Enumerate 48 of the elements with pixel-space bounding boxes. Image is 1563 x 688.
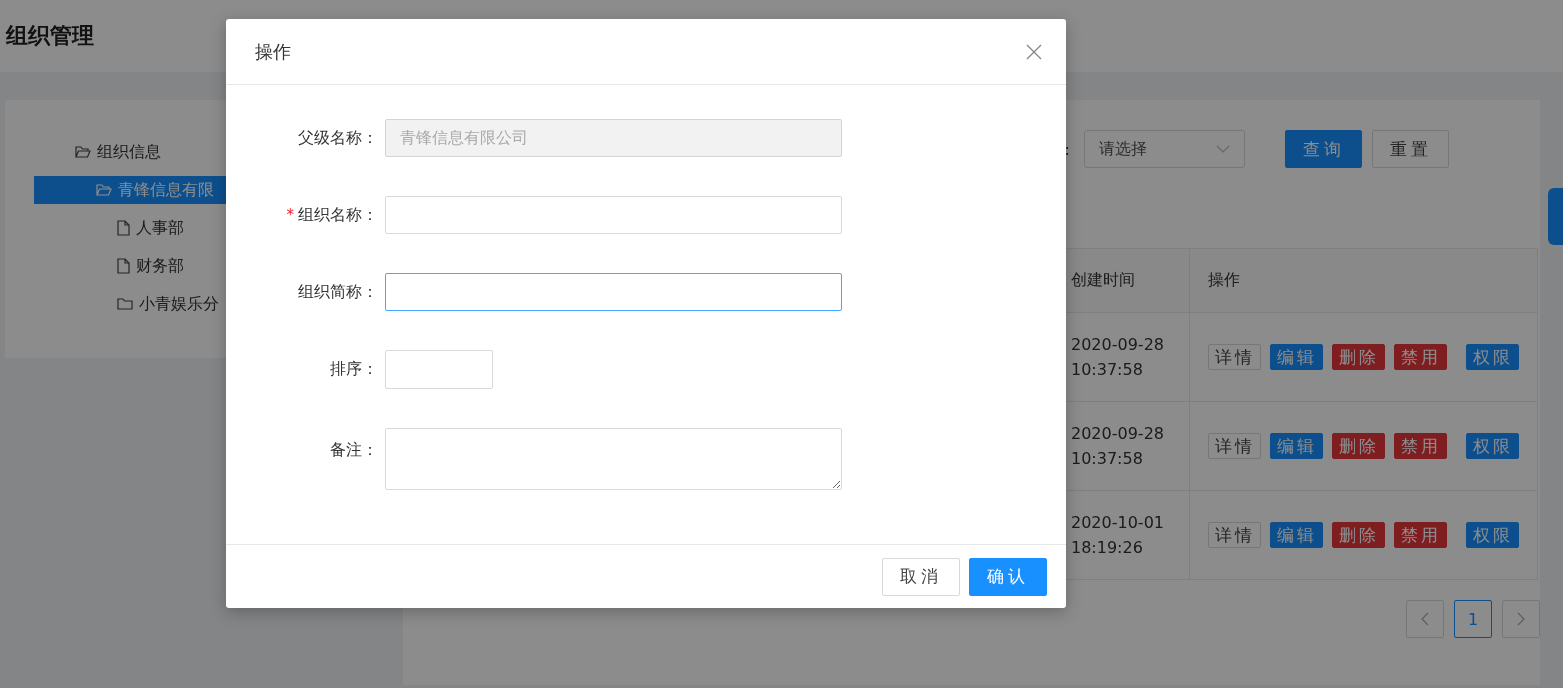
- filter-button[interactable]: 查询: [1285, 130, 1362, 168]
- page-title: 组织管理: [6, 22, 94, 50]
- action-button[interactable]: 删除: [1332, 522, 1385, 548]
- close-icon[interactable]: [1026, 43, 1042, 60]
- previous-page-button[interactable]: [1406, 600, 1444, 638]
- field-label: 备注：: [330, 440, 378, 461]
- required-mark: *: [286, 206, 294, 224]
- file-icon: [117, 258, 130, 274]
- input-field[interactable]: [385, 196, 842, 234]
- action-button[interactable]: 禁用: [1394, 522, 1447, 548]
- field-label: 组织名称：: [298, 204, 378, 226]
- field-label: 父级名称：: [298, 127, 378, 149]
- status-select[interactable]: 请选择: [1084, 130, 1245, 168]
- input-field[interactable]: [385, 350, 493, 389]
- side-tab[interactable]: [1548, 188, 1563, 245]
- action-button[interactable]: 删除: [1332, 344, 1385, 370]
- folder-icon: [117, 297, 133, 311]
- filter-label: :: [1064, 139, 1070, 159]
- action-button[interactable]: 权限: [1466, 344, 1519, 370]
- action-button[interactable]: 删除: [1332, 433, 1385, 459]
- action-button[interactable]: 禁用: [1394, 433, 1447, 459]
- open-folder-icon: [75, 145, 91, 159]
- file-icon: [117, 220, 130, 236]
- chevron-right-icon: [1517, 612, 1525, 626]
- field-label: 组织简称：: [298, 281, 378, 303]
- action-button[interactable]: 权限: [1466, 433, 1519, 459]
- remark-field[interactable]: [385, 428, 842, 490]
- chevron-down-icon: [1216, 145, 1230, 153]
- action-button[interactable]: 详情: [1208, 522, 1261, 548]
- filter-button[interactable]: 重置: [1372, 130, 1449, 168]
- action-button[interactable]: 编辑: [1270, 344, 1323, 370]
- action-button[interactable]: 编辑: [1270, 522, 1323, 548]
- dialog-title: 操作: [255, 39, 291, 64]
- page-button[interactable]: 1: [1454, 600, 1492, 638]
- action-button[interactable]: 禁用: [1394, 344, 1447, 370]
- action-button[interactable]: 编辑: [1270, 433, 1323, 459]
- tree-item[interactable]: 财务部: [34, 252, 400, 280]
- dialog-button[interactable]: 确认: [969, 557, 1047, 596]
- next-page-button[interactable]: [1502, 600, 1540, 638]
- input-field[interactable]: [385, 273, 842, 311]
- column-header: 操作: [1189, 248, 1538, 313]
- action-button[interactable]: 详情: [1208, 344, 1261, 370]
- chevron-left-icon: [1421, 612, 1429, 626]
- action-button[interactable]: 详情: [1208, 433, 1261, 459]
- open-folder-icon: [96, 183, 112, 197]
- field-label: 排序：: [330, 359, 378, 380]
- action-button[interactable]: 权限: [1466, 522, 1519, 548]
- dialog-button[interactable]: 取消: [882, 557, 960, 596]
